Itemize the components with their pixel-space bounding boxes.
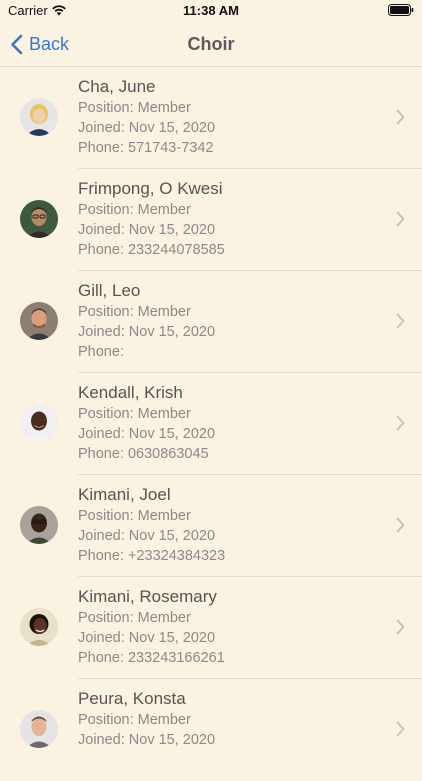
member-phone: Phone: +23324384323: [78, 548, 226, 564]
member-phone: Phone:: [78, 344, 124, 360]
list-item[interactable]: Kimani, Rosemary Position: Member Joined…: [0, 577, 422, 679]
chevron-right-icon: [396, 415, 405, 431]
chevron-right-icon: [396, 517, 405, 533]
member-name: Kendall, Krish: [78, 383, 183, 402]
member-position: Position: Member: [78, 406, 191, 422]
member-phone: Phone: 233244078585: [78, 242, 225, 258]
member-joined: Joined: Nov 15, 2020: [78, 120, 216, 136]
member-name: Peura, Konsta: [78, 689, 186, 708]
list-item[interactable]: Peura, Konsta Position: Member Joined: N…: [0, 679, 422, 781]
member-position: Position: Member: [78, 100, 191, 116]
member-name: Gill, Leo: [78, 281, 141, 300]
battery-icon: [388, 4, 414, 16]
member-phone: Phone: 571743-7342: [78, 140, 214, 156]
avatar: [20, 506, 58, 544]
member-position: Position: Member: [78, 610, 191, 626]
member-phone: Phone: 233243166261: [78, 650, 225, 666]
status-bar: Carrier 11:38 AM: [0, 0, 422, 22]
chevron-right-icon: [396, 109, 405, 125]
list-item[interactable]: Kimani, Joel Position: Member Joined: No…: [0, 475, 422, 577]
member-joined: Joined: Nov 15, 2020: [78, 426, 216, 442]
status-time: 11:38 AM: [183, 3, 239, 18]
member-position: Position: Member: [78, 202, 191, 218]
list-item[interactable]: Gill, Leo Position: Member Joined: Nov 1…: [0, 271, 422, 373]
member-position: Position: Member: [78, 304, 191, 320]
avatar: [20, 404, 58, 442]
member-position: Position: Member: [78, 712, 191, 728]
chevron-right-icon: [396, 211, 405, 227]
member-joined: Joined: Nov 15, 2020: [78, 528, 216, 544]
member-joined: Joined: Nov 15, 2020: [78, 630, 216, 646]
avatar: [20, 200, 58, 238]
avatar: [20, 608, 58, 646]
list-item[interactable]: Cha, June Position: Member Joined: Nov 1…: [0, 67, 422, 169]
member-name: Frimpong, O Kwesi: [78, 179, 223, 198]
page-title: Choir: [187, 34, 235, 54]
member-joined: Joined: Nov 15, 2020: [78, 222, 216, 238]
chevron-right-icon: [396, 313, 405, 329]
chevron-right-icon: [396, 721, 405, 737]
navigation-bar: Back Choir: [0, 22, 422, 67]
list-item[interactable]: Frimpong, O Kwesi Position: Member Joine…: [0, 169, 422, 271]
list-item[interactable]: Kendall, Krish Position: Member Joined: …: [0, 373, 422, 475]
avatar: [20, 710, 58, 748]
member-phone: Phone: 0630863045: [78, 446, 209, 462]
avatar: [20, 98, 58, 136]
avatar: [20, 302, 58, 340]
member-joined: Joined: Nov 15, 2020: [78, 732, 216, 748]
member-list: Cha, June Position: Member Joined: Nov 1…: [0, 67, 422, 781]
member-joined: Joined: Nov 15, 2020: [78, 324, 216, 340]
member-name: Kimani, Joel: [78, 485, 171, 504]
member-name: Cha, June: [78, 77, 156, 96]
member-name: Kimani, Rosemary: [78, 587, 217, 606]
chevron-right-icon: [396, 619, 405, 635]
member-position: Position: Member: [78, 508, 191, 524]
